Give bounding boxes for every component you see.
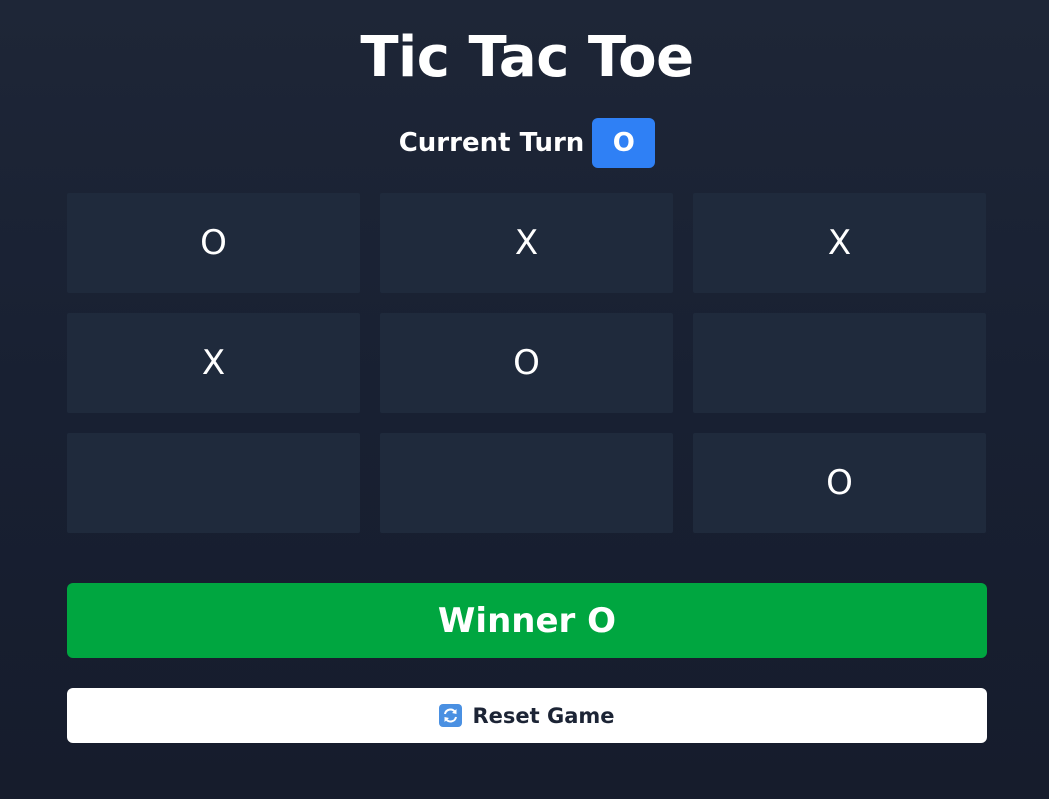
board-cell-8[interactable] — [380, 433, 673, 533]
board-cell-4[interactable]: X — [67, 313, 360, 413]
game-board: O X X X O O — [67, 193, 987, 533]
turn-label: Current Turn — [398, 128, 585, 158]
winner-banner: Winner O — [67, 583, 987, 658]
reset-game-button[interactable]: Reset Game — [67, 688, 987, 743]
board-cell-7[interactable] — [67, 433, 360, 533]
board-cell-3[interactable]: X — [693, 193, 986, 293]
current-player-badge: O — [592, 118, 656, 168]
board-cell-1[interactable]: O — [67, 193, 360, 293]
board-cell-5[interactable]: O — [380, 313, 673, 413]
refresh-icon — [439, 704, 463, 727]
board-cell-2[interactable]: X — [380, 193, 673, 293]
page-title: Tic Tac Toe — [360, 25, 694, 90]
board-cell-6[interactable] — [693, 313, 986, 413]
reset-button-label: Reset Game — [472, 703, 615, 728]
board-cell-9[interactable]: O — [693, 433, 986, 533]
turn-indicator: Current Turn O — [67, 118, 987, 168]
